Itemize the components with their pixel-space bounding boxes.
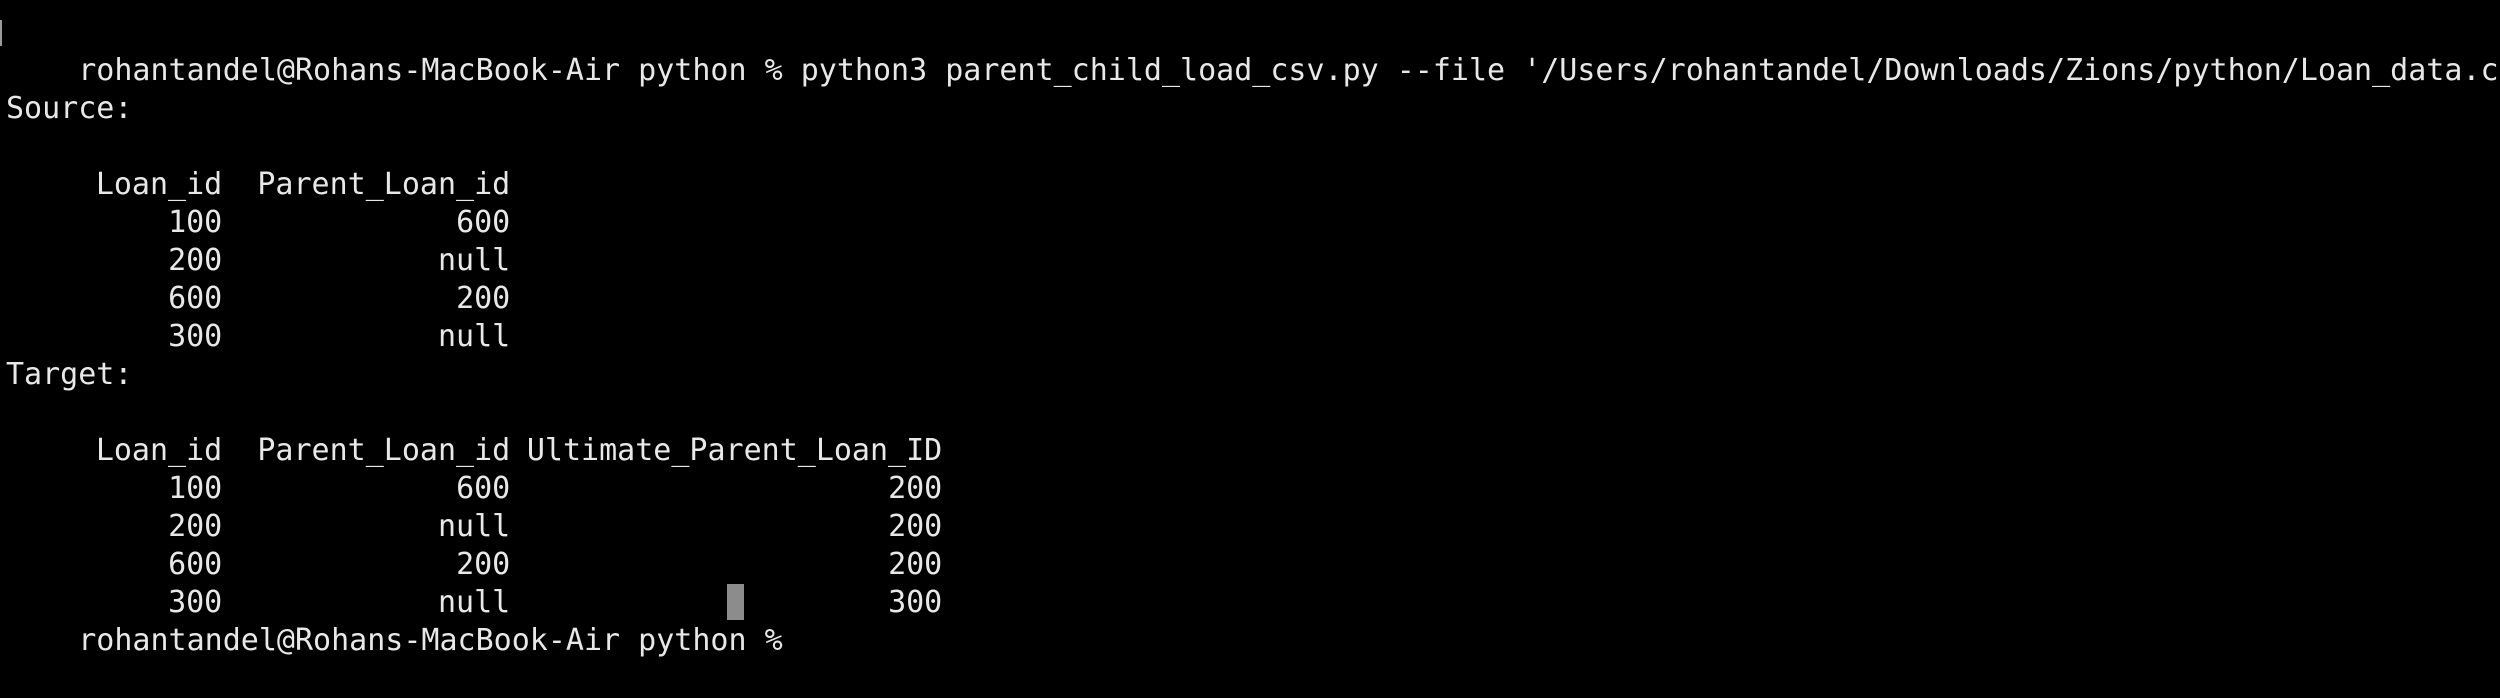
source-row: 100 600: [6, 166, 510, 240]
text-cursor: [727, 584, 744, 620]
target-heading: Target:: [6, 357, 133, 392]
source-row: 600 200: [6, 242, 510, 316]
window-edge-marker: [0, 20, 2, 46]
target-row: 300 null 300: [6, 546, 942, 620]
source-row: 300 null: [6, 280, 510, 354]
source-heading: Source:: [6, 91, 133, 126]
command-line: rohantandel@Rohans-MacBook-Air python % …: [6, 14, 2500, 88]
target-row: 200 null 200: [6, 470, 942, 544]
source-cell-loan-id: 300: [168, 319, 223, 354]
source-header-row: Loan_id Parent_Loan_id: [6, 128, 510, 202]
target-row: 600 200 200: [6, 508, 942, 582]
target-row: 100 600 200: [6, 432, 942, 506]
shell-prompt: rohantandel@Rohans-MacBook-Air python %: [78, 623, 801, 658]
terminal-window[interactable]: rohantandel@Rohans-MacBook-Air python % …: [0, 0, 2500, 662]
source-cell-parent-loan-id: null: [438, 319, 511, 354]
source-row: 200 null: [6, 204, 510, 278]
command-text: python3 parent_child_load_csv.py --file …: [800, 53, 2500, 88]
shell-prompt: rohantandel@Rohans-MacBook-Air python %: [78, 53, 801, 88]
target-header-row: Loan_id Parent_Loan_id Ultimate_Parent_Loa…: [6, 394, 942, 468]
final-prompt-line[interactable]: rohantandel@Rohans-MacBook-Air python %: [6, 584, 801, 658]
